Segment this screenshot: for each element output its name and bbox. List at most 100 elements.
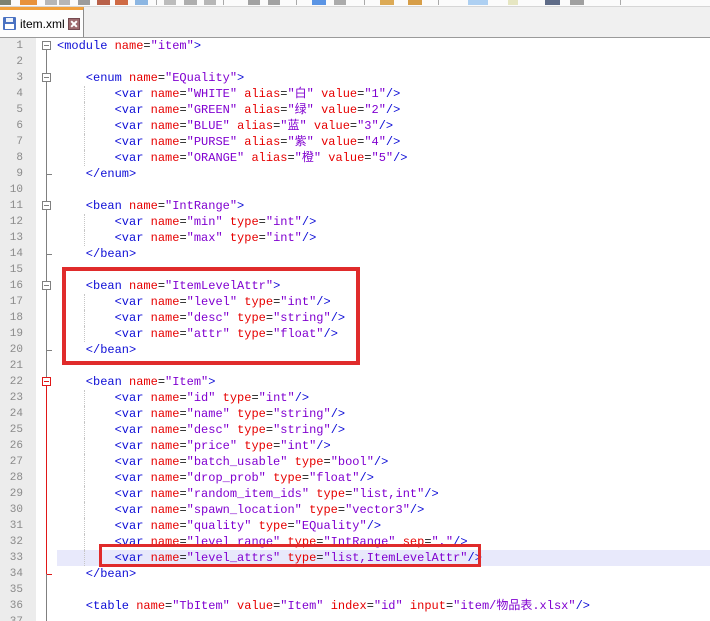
code-line[interactable]: 29 <var name="random_item_ids" type="lis… (0, 486, 710, 502)
line-number[interactable]: 36 (0, 598, 36, 614)
toolbar-button-fragment[interactable] (135, 0, 148, 5)
fold-collapse-icon[interactable] (36, 278, 57, 294)
code-line[interactable]: 35 (0, 582, 710, 598)
code-line[interactable]: 4 <var name="WHITE" alias="白" value="1"/… (0, 86, 710, 102)
code-line[interactable]: 26 <var name="price" type="int"/> (0, 438, 710, 454)
code-text[interactable]: <var name="desc" type="string"/> (57, 310, 710, 326)
line-number[interactable]: 14 (0, 246, 36, 262)
toolbar-button-fragment[interactable] (268, 0, 280, 5)
toolbar-button-fragment[interactable] (248, 0, 260, 5)
code-line[interactable]: 32 <var name="level_range" type="IntRang… (0, 534, 710, 550)
code-text[interactable]: <var name="min" type="int"/> (57, 214, 710, 230)
code-text[interactable] (57, 54, 710, 70)
line-number[interactable]: 28 (0, 470, 36, 486)
code-line[interactable]: 31 <var name="quality" type="EQuality"/> (0, 518, 710, 534)
fold-collapse-icon[interactable] (36, 374, 57, 390)
toolbar-button-fragment[interactable] (408, 0, 422, 5)
code-line[interactable]: 18 <var name="desc" type="string"/> (0, 310, 710, 326)
code-line[interactable]: 3 <enum name="EQuality"> (0, 70, 710, 86)
code-line[interactable]: 22 <bean name="Item"> (0, 374, 710, 390)
line-number[interactable]: 1 (0, 38, 36, 54)
code-line[interactable]: 2 (0, 54, 710, 70)
code-text[interactable]: </enum> (57, 166, 710, 182)
line-number[interactable]: 23 (0, 390, 36, 406)
line-number[interactable]: 11 (0, 198, 36, 214)
toolbar-button-fragment[interactable] (570, 0, 584, 5)
line-number[interactable]: 34 (0, 566, 36, 582)
fold-collapse-icon[interactable] (36, 38, 57, 54)
code-text[interactable] (57, 358, 710, 374)
fold-collapse-icon[interactable] (36, 70, 57, 86)
code-line[interactable]: 8 <var name="ORANGE" alias="橙" value="5"… (0, 150, 710, 166)
code-text[interactable] (57, 582, 710, 598)
code-text[interactable]: <var name="id" type="int"/> (57, 390, 710, 406)
line-number[interactable]: 30 (0, 502, 36, 518)
code-text[interactable]: </bean> (57, 342, 710, 358)
code-text[interactable] (57, 182, 710, 198)
line-number[interactable]: 33 (0, 550, 36, 566)
code-text[interactable]: <table name="TbItem" value="Item" index=… (57, 598, 710, 614)
code-line[interactable]: 6 <var name="BLUE" alias="蓝" value="3"/> (0, 118, 710, 134)
code-line[interactable]: 23 <var name="id" type="int"/> (0, 390, 710, 406)
line-number[interactable]: 3 (0, 70, 36, 86)
code-line[interactable]: 27 <var name="batch_usable" type="bool"/… (0, 454, 710, 470)
code-line[interactable]: 37 (0, 614, 710, 621)
line-number[interactable]: 2 (0, 54, 36, 70)
line-number[interactable]: 10 (0, 182, 36, 198)
line-number[interactable]: 9 (0, 166, 36, 182)
line-number[interactable]: 37 (0, 614, 36, 621)
code-text[interactable]: <var name="name" type="string"/> (57, 406, 710, 422)
tab-item-xml[interactable]: item.xml (0, 7, 84, 37)
code-line[interactable]: 13 <var name="max" type="int"/> (0, 230, 710, 246)
code-line[interactable]: 24 <var name="name" type="string"/> (0, 406, 710, 422)
line-number[interactable]: 13 (0, 230, 36, 246)
code-line[interactable]: 9 </enum> (0, 166, 710, 182)
code-text[interactable]: </bean> (57, 246, 710, 262)
code-line[interactable]: 25 <var name="desc" type="string"/> (0, 422, 710, 438)
code-text[interactable]: <var name="attr" type="float"/> (57, 326, 710, 342)
code-line[interactable]: 28 <var name="drop_prob" type="float"/> (0, 470, 710, 486)
code-text[interactable]: </bean> (57, 566, 710, 582)
code-text[interactable]: <var name="batch_usable" type="bool"/> (57, 454, 710, 470)
toolbar-button-fragment[interactable] (59, 0, 70, 5)
toolbar-button-fragment[interactable] (45, 0, 57, 5)
code-text[interactable]: <var name="drop_prob" type="float"/> (57, 470, 710, 486)
code-text[interactable] (57, 614, 710, 621)
toolbar-button-fragment[interactable] (78, 0, 90, 5)
toolbar-button-fragment[interactable] (380, 0, 394, 5)
line-number[interactable]: 8 (0, 150, 36, 166)
toolbar-button-fragment[interactable] (184, 0, 197, 5)
line-number[interactable]: 4 (0, 86, 36, 102)
code-line[interactable]: 5 <var name="GREEN" alias="绿" value="2"/… (0, 102, 710, 118)
caret-line-text[interactable]: <var name="level_attrs" type="list,ItemL… (57, 550, 710, 566)
code-line[interactable]: 10 (0, 182, 710, 198)
code-text[interactable]: <var name="ORANGE" alias="橙" value="5"/> (57, 150, 710, 166)
code-text[interactable]: <var name="GREEN" alias="绿" value="2"/> (57, 102, 710, 118)
toolbar-button-fragment[interactable] (164, 0, 176, 5)
line-number[interactable]: 25 (0, 422, 36, 438)
toolbar-button-fragment[interactable] (97, 0, 110, 5)
line-number[interactable]: 35 (0, 582, 36, 598)
code-line[interactable]: 34 </bean> (0, 566, 710, 582)
line-number[interactable]: 29 (0, 486, 36, 502)
code-text[interactable]: <var name="WHITE" alias="白" value="1"/> (57, 86, 710, 102)
close-tab-icon[interactable] (68, 18, 80, 30)
code-line[interactable]: 12 <var name="min" type="int"/> (0, 214, 710, 230)
code-text[interactable]: <var name="random_item_ids" type="list,i… (57, 486, 710, 502)
code-line[interactable]: 7 <var name="PURSE" alias="紫" value="4"/… (0, 134, 710, 150)
code-line[interactable]: 21 (0, 358, 710, 374)
toolbar-button-fragment[interactable] (508, 0, 518, 5)
code-line[interactable]: 20 </bean> (0, 342, 710, 358)
code-text[interactable]: <var name="desc" type="string"/> (57, 422, 710, 438)
line-number[interactable]: 27 (0, 454, 36, 470)
line-number[interactable]: 5 (0, 102, 36, 118)
toolbar-button-fragment[interactable] (20, 0, 37, 5)
code-text[interactable]: <var name="BLUE" alias="蓝" value="3"/> (57, 118, 710, 134)
code-line[interactable]: 30 <var name="spawn_location" type="vect… (0, 502, 710, 518)
toolbar-button-fragment[interactable] (204, 0, 216, 5)
line-number[interactable]: 18 (0, 310, 36, 326)
toolbar-button-fragment[interactable] (334, 0, 346, 5)
line-number[interactable]: 16 (0, 278, 36, 294)
code-text[interactable]: <var name="level" type="int"/> (57, 294, 710, 310)
line-number[interactable]: 17 (0, 294, 36, 310)
